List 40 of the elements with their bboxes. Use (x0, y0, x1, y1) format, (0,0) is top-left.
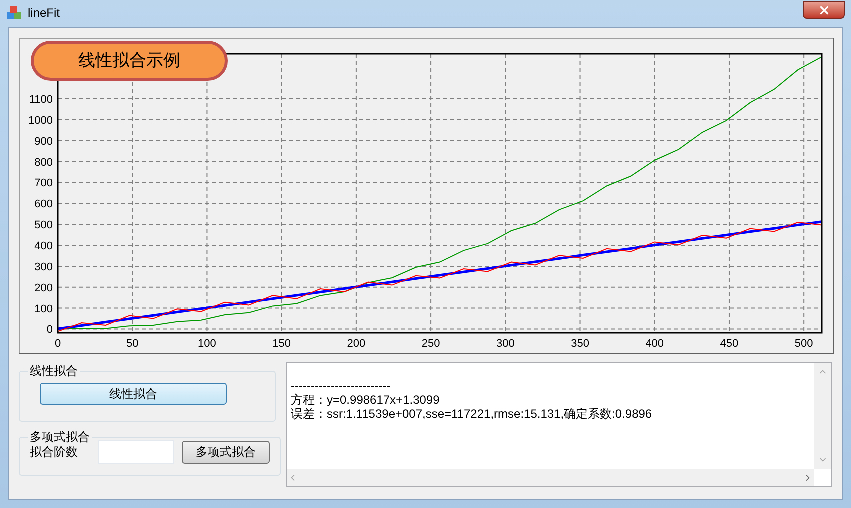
axis-tick-label: 300 (496, 338, 515, 350)
axis-tick-label: 50 (126, 338, 139, 350)
axis-tick-label: 400 (34, 240, 53, 252)
horizontal-scrollbar[interactable] (287, 469, 814, 486)
output-line: 误差：ssr:1.11539e+007,sse=117221,rmse:15.131,确定系数:0.9896 (291, 407, 652, 421)
polynomial-fit-button[interactable]: 多项式拟合 (182, 440, 270, 464)
axis-tick-label: 900 (34, 136, 53, 148)
axis-tick-label: 200 (34, 282, 53, 294)
axis-tick-label: 100 (34, 303, 53, 316)
axis-tick-label: 300 (34, 261, 53, 274)
group-title: 多项式拟合 (29, 429, 91, 446)
axis-tick-label: 1100 (29, 94, 53, 106)
output-line: 方程：y=0.998617x+1.3099 (291, 393, 440, 407)
axis-tick-label: 350 (571, 338, 590, 350)
axis-tick-label: 700 (34, 178, 53, 190)
title-badge: 线性拟合示例 (31, 41, 228, 81)
axis-tick-label: 100 (198, 338, 216, 350)
close-icon (818, 4, 830, 16)
close-button[interactable] (803, 1, 845, 19)
axis-tick-label: 500 (794, 338, 814, 350)
window-title: lineFit (28, 5, 60, 22)
field-label: 拟合阶数 (30, 444, 79, 461)
axis-tick-label: 800 (34, 156, 53, 169)
axis-tick-label: 600 (34, 198, 53, 211)
axis-tick-label: 400 (646, 338, 664, 350)
axis-tick-label: 0 (46, 324, 53, 336)
axis-tick-label: 450 (720, 338, 739, 350)
linear-fit-button[interactable]: 线性拟合 (40, 383, 227, 405)
output-text-box[interactable]: ------------------------- 方程：y=0.998617x+1.3099 误差：ssr:1.11539e+007,sse=117221,rmse:15.131,确定系数:0.9896 (286, 362, 832, 487)
axis-tick-label: 150 (272, 338, 291, 350)
axis-tick-label: 0 (54, 338, 62, 350)
axis-tick-label: 200 (347, 338, 366, 350)
axis-tick-label: 1000 (28, 114, 53, 127)
group-title: 线性拟合 (29, 363, 79, 380)
cubes-icon (6, 5, 22, 21)
output-line: ------------------------- (291, 379, 391, 393)
axis-tick-label: 500 (34, 220, 53, 232)
order-input-field[interactable] (98, 440, 174, 464)
axis-tick-label: 250 (422, 338, 440, 350)
vertical-scrollbar[interactable] (814, 363, 831, 469)
